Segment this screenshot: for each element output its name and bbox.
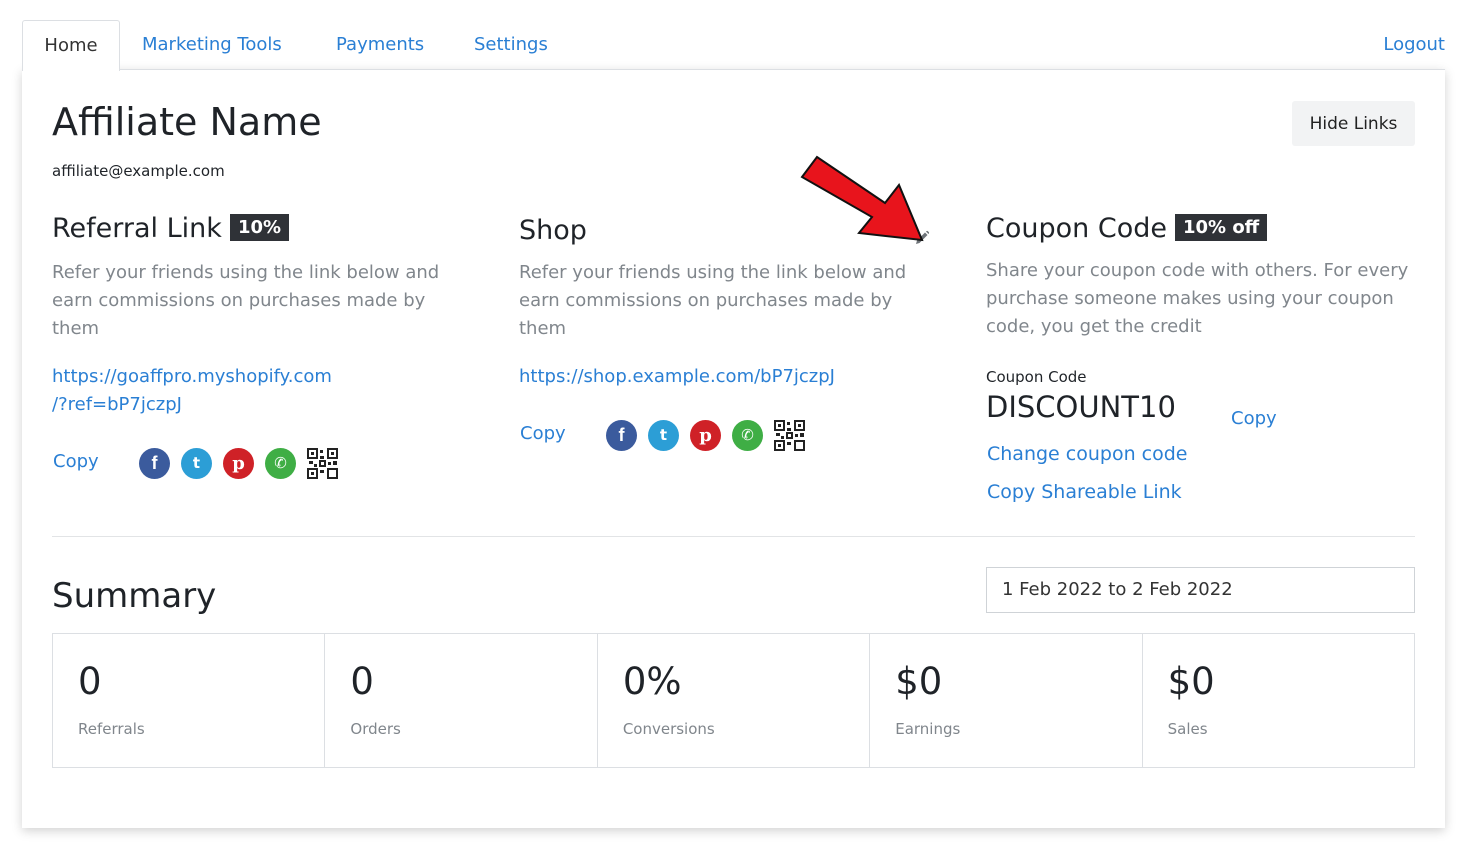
date-range-picker[interactable]: 1 Feb 2022 to 2 Feb 2022 <box>986 567 1415 613</box>
dashboard-card: Affiliate Name affiliate@example.com Hid… <box>22 69 1445 828</box>
copy-shareable-link[interactable]: Copy Shareable Link <box>987 481 1182 503</box>
coupon-code-value: DISCOUNT10 <box>986 390 1176 424</box>
stat-conversions: 0% Conversions <box>598 634 871 767</box>
section-divider <box>52 536 1415 537</box>
commission-badge: 10% <box>229 214 290 241</box>
pinterest-icon[interactable]: p <box>223 448 254 479</box>
hide-links-button[interactable]: Hide Links <box>1292 101 1415 146</box>
stat-orders: 0 Orders <box>325 634 598 767</box>
stat-value: 0 <box>350 660 374 703</box>
qr-code-icon[interactable] <box>774 420 805 451</box>
facebook-icon[interactable]: f <box>139 448 170 479</box>
tab-payments[interactable]: Payments <box>336 20 424 70</box>
shop-description: Refer your friends using the link below … <box>519 262 907 339</box>
whatsapp-icon[interactable]: ✆ <box>732 420 763 451</box>
stat-label: Orders <box>350 720 401 738</box>
referral-link-line2: /?ref=bP7jczpJ <box>52 394 182 415</box>
twitter-icon[interactable]: t <box>648 420 679 451</box>
referral-link[interactable]: https://goaffpro.myshopify.com /?ref=bP7… <box>52 363 332 419</box>
stat-sales: $0 Sales <box>1143 634 1414 767</box>
stat-value: $0 <box>895 660 943 703</box>
coupon-heading: Coupon Code 10% off <box>986 213 1268 244</box>
logout-link[interactable]: Logout <box>1383 20 1445 70</box>
copy-shop-button[interactable]: Copy <box>520 423 566 444</box>
stat-label: Referrals <box>78 720 145 738</box>
qr-code-icon[interactable] <box>307 448 338 479</box>
stat-label: Earnings <box>895 720 961 738</box>
stat-referrals: 0 Referrals <box>53 634 326 767</box>
nav-tabs: Home Marketing Tools Payments Settings L… <box>22 20 1445 71</box>
stat-label: Conversions <box>622 720 715 738</box>
tab-marketing-tools[interactable]: Marketing Tools <box>142 20 282 70</box>
affiliate-name: Affiliate Name <box>52 100 322 144</box>
summary-title: Summary <box>52 576 217 616</box>
stat-value: 0% <box>622 660 682 703</box>
referral-heading: Referral Link 10% <box>52 213 290 244</box>
referral-link-line1: https://goaffpro.myshopify.com <box>52 366 332 387</box>
coupon-description: Share your coupon code with others. For … <box>986 260 1409 337</box>
copy-referral-button[interactable]: Copy <box>53 451 99 472</box>
coupon-discount-badge: 10% off <box>1174 214 1268 241</box>
twitter-icon[interactable]: t <box>181 448 212 479</box>
shop-title: Shop <box>519 215 587 246</box>
facebook-icon[interactable]: f <box>606 420 637 451</box>
change-coupon-link[interactable]: Change coupon code <box>987 443 1187 465</box>
shop-link[interactable]: https://shop.example.com/bP7jczpJ <box>519 363 835 391</box>
stat-value: 0 <box>78 660 102 703</box>
pinterest-icon[interactable]: p <box>690 420 721 451</box>
referral-title: Referral Link <box>52 213 222 244</box>
stat-earnings: $0 Earnings <box>870 634 1143 767</box>
stat-label: Sales <box>1167 720 1208 738</box>
copy-coupon-button[interactable]: Copy <box>1231 408 1277 429</box>
coupon-code-label: Coupon Code <box>986 368 1087 386</box>
coupon-title: Coupon Code <box>986 213 1167 244</box>
tab-home[interactable]: Home <box>22 20 120 71</box>
referral-description: Refer your friends using the link below … <box>52 262 440 339</box>
annotation-arrow-icon <box>800 155 924 242</box>
whatsapp-icon[interactable]: ✆ <box>265 448 296 479</box>
tab-settings[interactable]: Settings <box>474 20 548 70</box>
affiliate-email: affiliate@example.com <box>52 162 225 180</box>
summary-stats: 0 Referrals 0 Orders 0% Conversions $0 E… <box>52 633 1415 768</box>
stat-value: $0 <box>1167 660 1215 703</box>
